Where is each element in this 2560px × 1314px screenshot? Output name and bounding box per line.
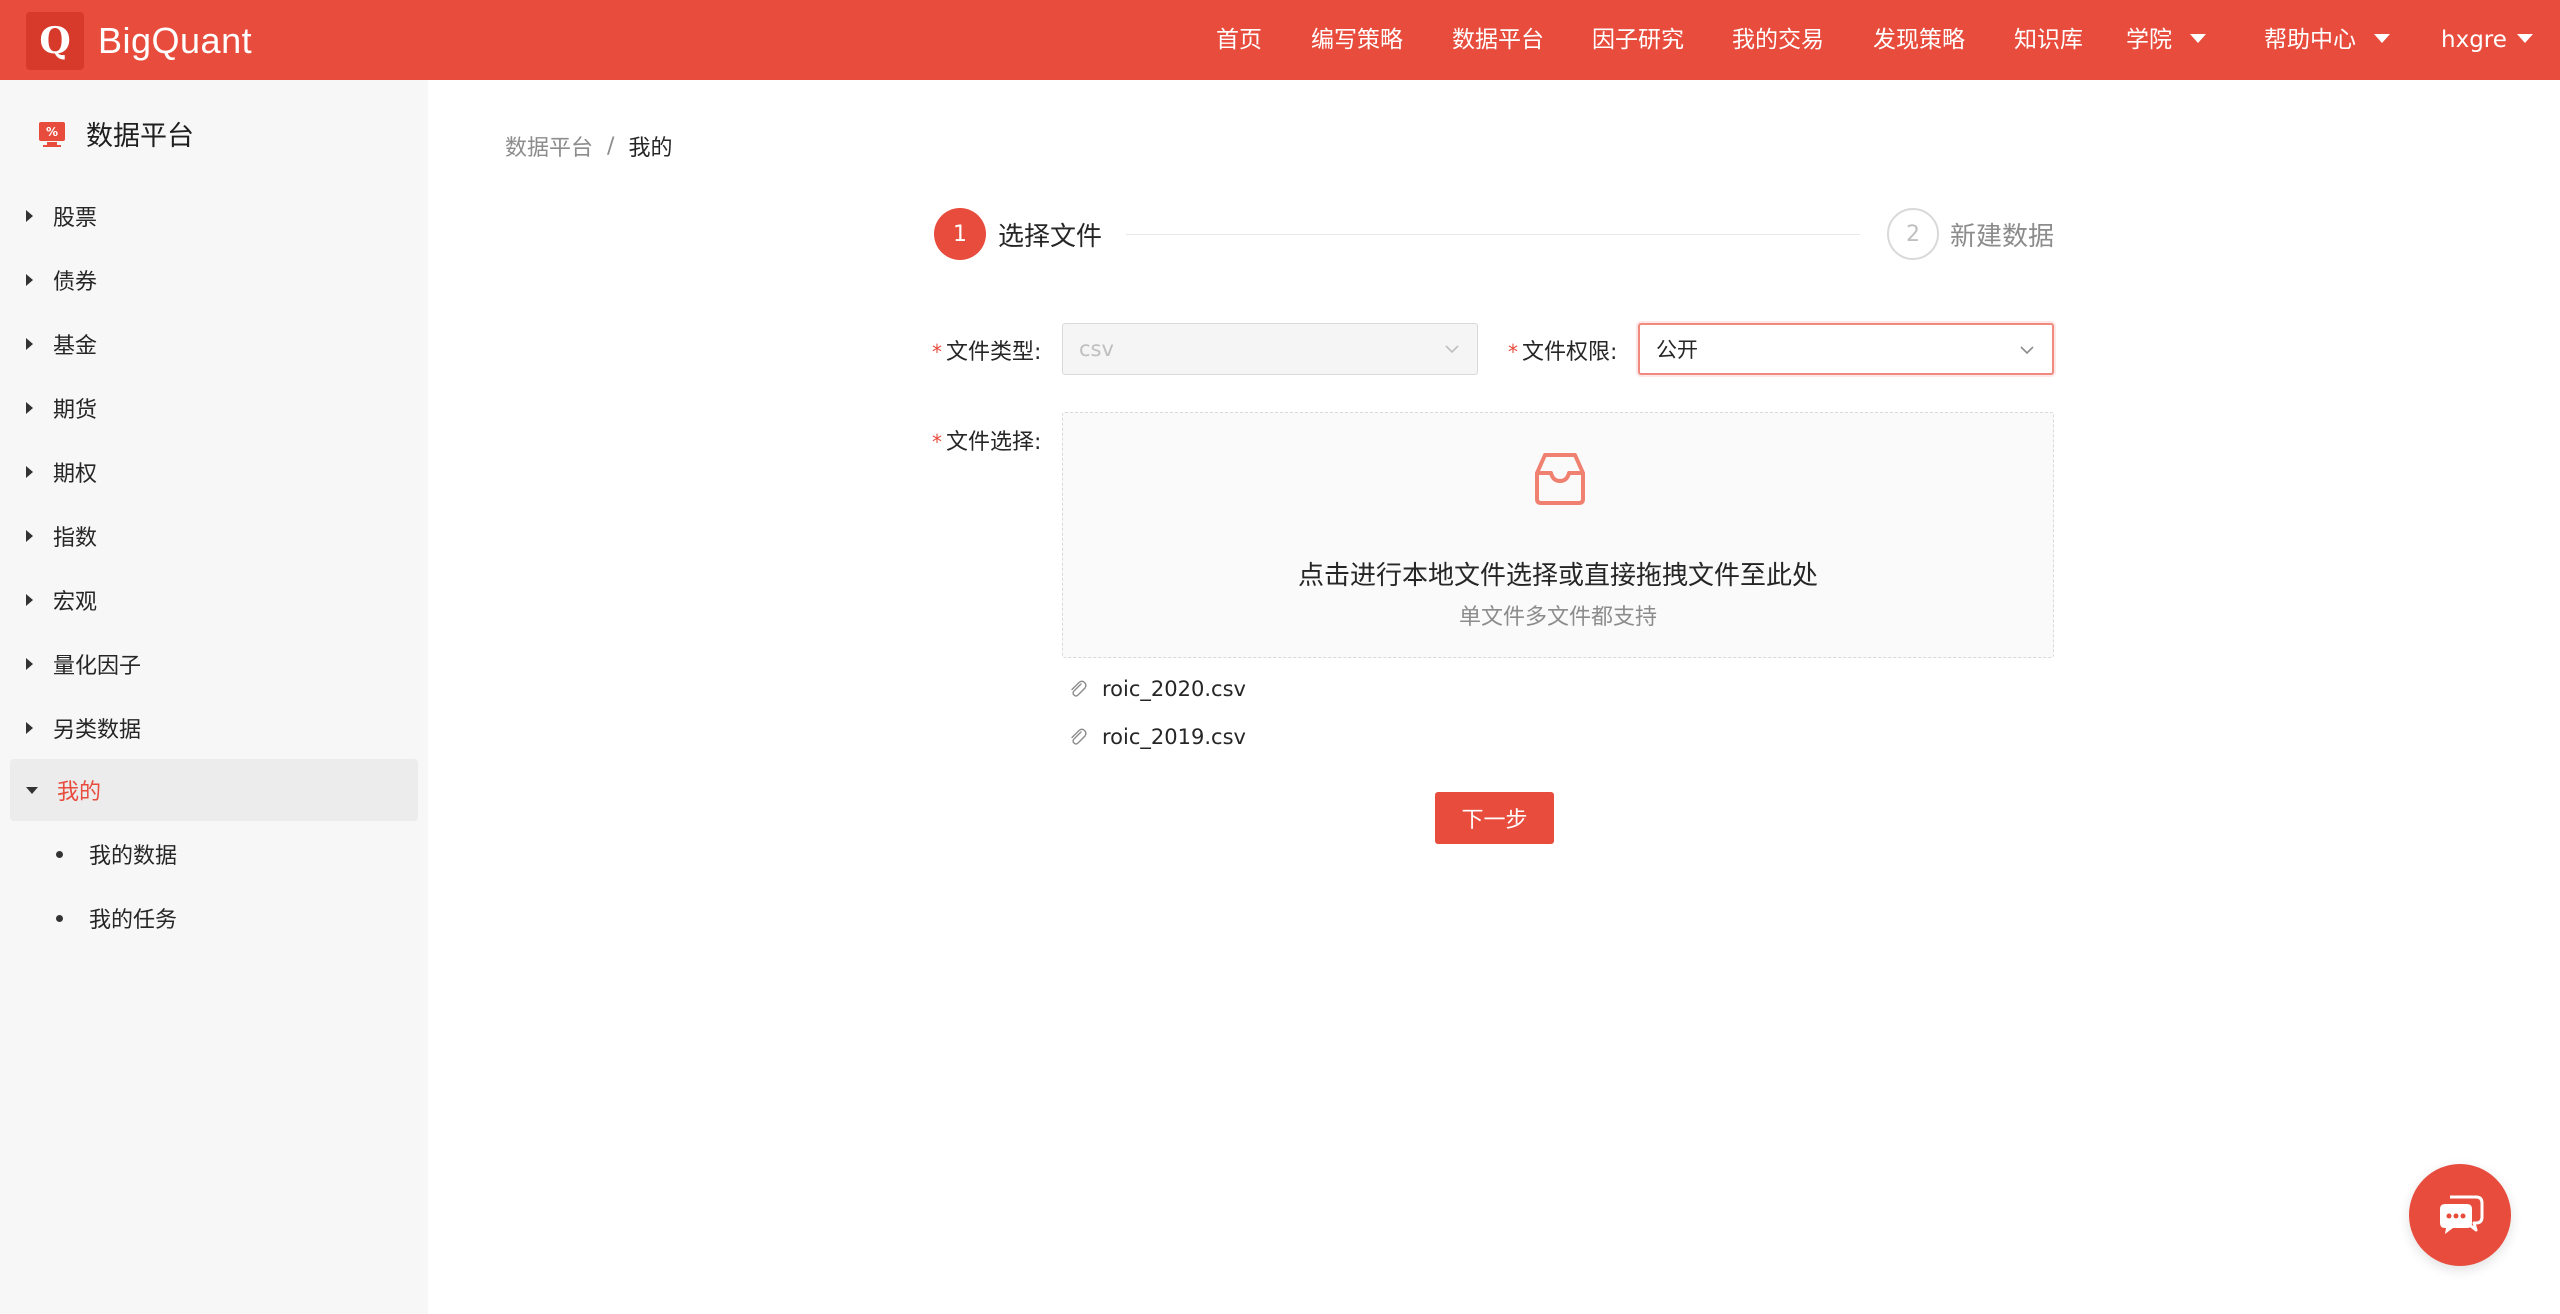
inbox-icon [1535, 453, 1585, 505]
nav-item-knowledge-base[interactable]: 知识库 [2014, 0, 2083, 80]
chat-support-button[interactable] [2409, 1164, 2511, 1266]
sidebar-item-label: 宏观 [53, 590, 98, 615]
bullet-icon [56, 914, 63, 922]
caret-down-icon [2190, 34, 2206, 43]
nav-item-academy-label: 学院 [2126, 27, 2172, 53]
nav-item-factor-research[interactable]: 因子研究 [1592, 0, 1684, 80]
paperclip-icon [1071, 680, 1087, 697]
sidebar-item-label: 指数 [53, 526, 98, 551]
dropzone-text: 点击进行本地文件选择或直接拖拽文件至此处 [1297, 561, 1818, 591]
nav-item-academy[interactable]: 学院 [2126, 0, 2206, 80]
nav-item-home[interactable]: 首页 [1216, 0, 1262, 80]
sidebar-item-macro[interactable]: 宏观 [10, 569, 418, 631]
required-mark: * [1508, 340, 1518, 364]
breadcrumb: 数据平台 / 我的 [505, 130, 672, 162]
uploaded-file-item[interactable]: roic_2019.csv [1068, 722, 1246, 752]
data-platform-icon: % [39, 121, 65, 147]
caret-right-icon [26, 210, 33, 222]
sidebar-item-alt-data[interactable]: 另类数据 [10, 697, 418, 759]
uploaded-file-name: roic_2020.csv [1102, 677, 1246, 701]
step-1-number: 1 [934, 208, 986, 260]
file-permission-value: 公开 [1656, 338, 1698, 362]
sidebar-item-bonds[interactable]: 债券 [10, 249, 418, 311]
file-type-value: csv [1079, 337, 1114, 361]
caret-down-icon [2374, 34, 2390, 43]
caret-down-icon [26, 786, 38, 794]
file-permission-select[interactable]: 公开 [1638, 323, 2054, 375]
step-connector [1126, 234, 1860, 235]
nav-item-write-strategy[interactable]: 编写策略 [1311, 0, 1403, 80]
sidebar-item-label: 另类数据 [53, 718, 142, 743]
logo[interactable]: Q BigQuant [26, 12, 252, 70]
username: hxgre [2441, 27, 2507, 53]
required-mark: * [932, 340, 942, 364]
nav-item-help-label: 帮助中心 [2264, 27, 2356, 53]
sidebar-item-label: 期货 [53, 398, 98, 423]
sidebar-item-futures[interactable]: 期货 [10, 377, 418, 439]
sidebar-subitem-label: 我的数据 [89, 844, 178, 869]
caret-right-icon [26, 274, 33, 286]
breadcrumb-separator: / [607, 133, 615, 159]
caret-right-icon [26, 658, 33, 670]
sidebar-item-label: 债券 [53, 270, 98, 295]
sidebar-item-label: 基金 [53, 334, 98, 359]
caret-right-icon [26, 338, 33, 350]
dropzone-hint: 单文件多文件都支持 [1458, 605, 1657, 630]
file-dropzone[interactable]: 点击进行本地文件选择或直接拖拽文件至此处 单文件多文件都支持 [1062, 412, 2054, 658]
sidebar-subitem-label: 我的任务 [89, 908, 178, 933]
nav-item-user-menu[interactable]: hxgre [2441, 0, 2533, 80]
caret-down-icon [2516, 34, 2533, 43]
required-mark: * [932, 430, 942, 454]
nav-item-help-center[interactable]: 帮助中心 [2264, 0, 2390, 80]
breadcrumb-current: 我的 [628, 136, 673, 161]
file-type-select[interactable]: csv [1062, 323, 1478, 375]
nav-item-data-platform[interactable]: 数据平台 [1452, 0, 1544, 80]
file-permission-label: * 文件权限: [1508, 334, 1617, 366]
sidebar-item-label: 股票 [53, 206, 98, 231]
file-type-label: * 文件类型: [932, 334, 1041, 366]
sidebar-header: % 数据平台 [38, 114, 194, 153]
sidebar-item-quant-factors[interactable]: 量化因子 [10, 633, 418, 695]
caret-right-icon [26, 530, 33, 542]
caret-right-icon [26, 722, 33, 734]
chevron-down-icon [2020, 346, 2034, 355]
uploaded-file-name: roic_2019.csv [1102, 725, 1246, 749]
sidebar-item-stocks[interactable]: 股票 [10, 185, 418, 247]
nav-item-my-trades[interactable]: 我的交易 [1732, 0, 1824, 80]
step-2-title: 新建数据 [1950, 222, 2055, 252]
step-2-number: 2 [1887, 208, 1939, 260]
logo-text: BigQuant [98, 20, 253, 61]
sidebar-item-mine[interactable]: 我的 [10, 759, 418, 821]
sidebar-item-options[interactable]: 期权 [10, 441, 418, 503]
file-select-label-text: 文件选择: [946, 430, 1042, 455]
sidebar-title: 数据平台 [86, 121, 194, 152]
sidebar-subitem-my-tasks[interactable]: 我的任务 [56, 898, 177, 938]
file-type-label-text: 文件类型: [946, 340, 1042, 365]
sidebar-item-funds[interactable]: 基金 [10, 313, 418, 375]
top-navbar: Q BigQuant 首页 编写策略 数据平台 因子研究 我的交易 发现策略 知… [0, 0, 2560, 80]
sidebar-item-label: 我的 [57, 780, 102, 805]
svg-text:%: % [46, 125, 58, 139]
caret-right-icon [26, 466, 33, 478]
paperclip-icon [1071, 728, 1087, 745]
caret-right-icon [26, 402, 33, 414]
file-select-label: * 文件选择: [932, 424, 1041, 456]
nav-item-discover-strategy[interactable]: 发现策略 [1873, 0, 1965, 80]
next-step-button[interactable]: 下一步 [1435, 792, 1554, 844]
step-1-title: 选择文件 [998, 222, 1103, 252]
file-permission-label-text: 文件权限: [1522, 340, 1618, 365]
sidebar: % 数据平台 股票 债券 基金 期货 期权 指数 宏观 量化因子 另类数据 我的… [0, 80, 428, 1314]
sidebar-item-label: 量化因子 [53, 654, 142, 679]
caret-right-icon [26, 594, 33, 606]
uploaded-file-item[interactable]: roic_2020.csv [1068, 674, 1246, 704]
sidebar-item-label: 期权 [53, 462, 98, 487]
chat-bubbles-icon [2440, 1195, 2484, 1234]
breadcrumb-parent-link[interactable]: 数据平台 [505, 130, 593, 162]
chevron-down-icon [1445, 345, 1459, 354]
logo-mark: Q [26, 12, 84, 70]
sidebar-subitem-my-data[interactable]: 我的数据 [56, 834, 177, 874]
bullet-icon [56, 850, 63, 858]
sidebar-item-indices[interactable]: 指数 [10, 505, 418, 567]
